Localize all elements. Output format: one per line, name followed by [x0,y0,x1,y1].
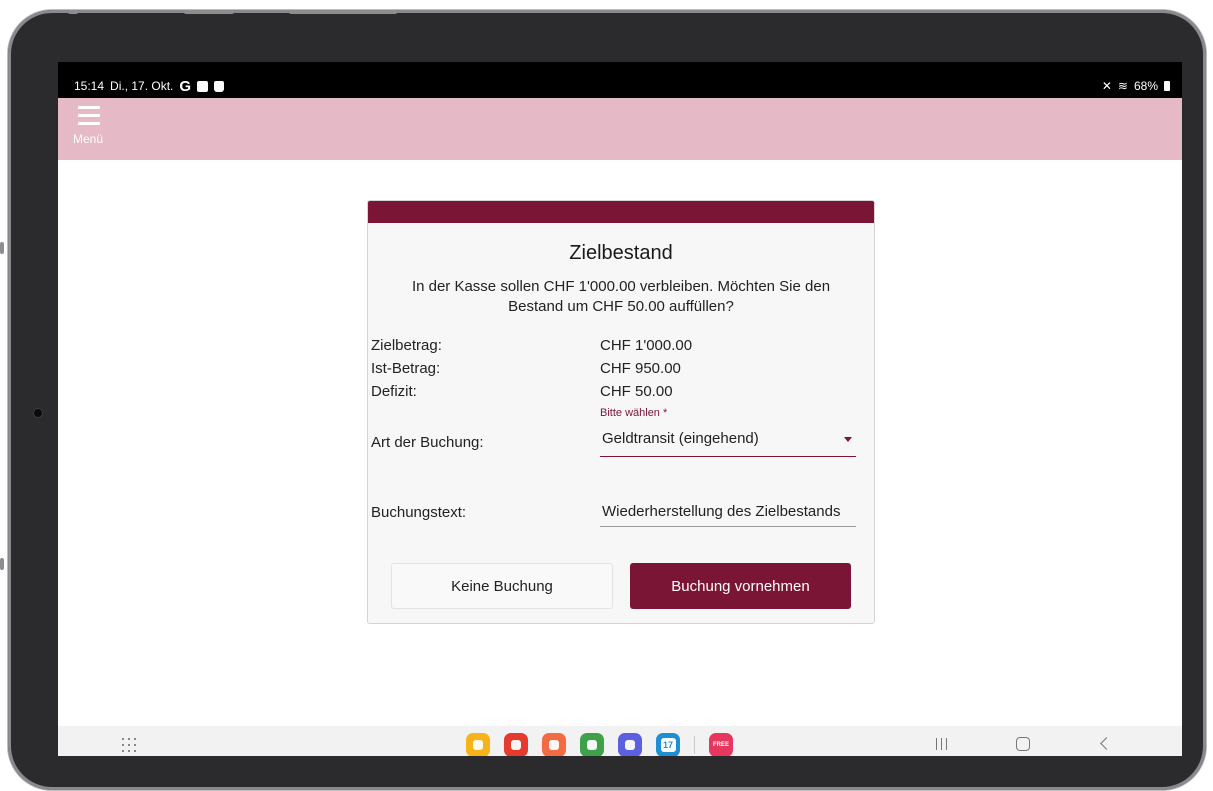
menu-label: Menü [73,132,104,146]
free-app-icon[interactable]: FREE [709,733,733,756]
gallery-icon [197,80,209,92]
google-icon: G [179,77,192,95]
dialog-message: In der Kasse sollen CHF 1'000.00 verblei… [411,278,831,315]
battery-icon [1164,81,1170,91]
front-camera [33,408,43,418]
status-bar: 15:14 Di., 17. Okt. G ✕ ≋ 68% [58,62,1182,98]
chevron-down-icon [844,437,852,442]
internet-icon[interactable] [618,733,642,756]
dock-separator [694,736,695,754]
volume-down-button [184,10,234,14]
target-balance-dialog: Zielbestand In der Kasse sollen CHF 1'00… [367,200,875,624]
back-button[interactable] [1100,737,1113,750]
hamburger-icon [78,106,100,130]
app-header: Menü [58,98,1182,160]
wifi-icon: ≋ [1117,79,1128,93]
actual-amount-value: CHF 950.00 [600,360,681,377]
booking-text-label: Buchungstext: [371,504,467,521]
dialog-accent-bar [368,201,874,223]
calendar-icon[interactable]: 17 [656,733,680,756]
my-files-icon[interactable] [466,733,490,756]
booking-type-hint: Bitte wählen * [600,407,668,419]
side-button [0,558,4,570]
status-time: 15:14 [74,79,105,93]
no-booking-button[interactable]: Keine Buchung [391,563,613,609]
hardware-button [68,10,78,14]
booking-text-input[interactable]: Wiederherstellung des Zielbestands [600,501,856,527]
booking-type-select[interactable]: Geldtransit (eingehend) [600,427,856,457]
samsung-notes-icon[interactable] [504,733,528,756]
target-amount-label: Zielbetrag: [371,337,442,354]
target-amount-value: CHF 1'000.00 [600,337,693,354]
booking-type-label: Art der Buchung: [371,434,484,451]
app-drawer-icon[interactable] [122,738,138,754]
mute-icon: ✕ [1101,79,1112,93]
status-date: Di., 17. Okt. [110,79,174,93]
shopping-bag-icon [214,80,225,92]
make-booking-button[interactable]: Buchung vornehmen [630,563,851,609]
app-dock: 17 FREE [466,733,733,756]
deficit-value: CHF 50.00 [600,383,673,400]
booking-type-value: Geldtransit (eingehend) [602,430,759,447]
recent-apps-button[interactable] [936,738,947,750]
battery-level: 68% [1133,79,1158,93]
calculator-icon[interactable] [580,733,604,756]
home-button[interactable] [1016,737,1030,751]
side-button [0,242,4,254]
actual-amount-label: Ist-Betrag: [371,360,441,377]
volume-up-button [289,10,397,14]
contacts-icon[interactable] [542,733,566,756]
dialog-title: Zielbestand [569,242,673,264]
deficit-label: Defizit: [371,383,417,400]
menu-button[interactable]: Menü [70,104,116,152]
tablet-frame: 15:14 Di., 17. Okt. G ✕ ≋ 68% Menü Zielb… [0,10,1206,790]
booking-text-value: Wiederherstellung des Zielbestands [602,503,841,520]
navigation-bar: 17 FREE [58,726,1182,756]
screen: 15:14 Di., 17. Okt. G ✕ ≋ 68% Menü Zielb… [58,62,1182,756]
